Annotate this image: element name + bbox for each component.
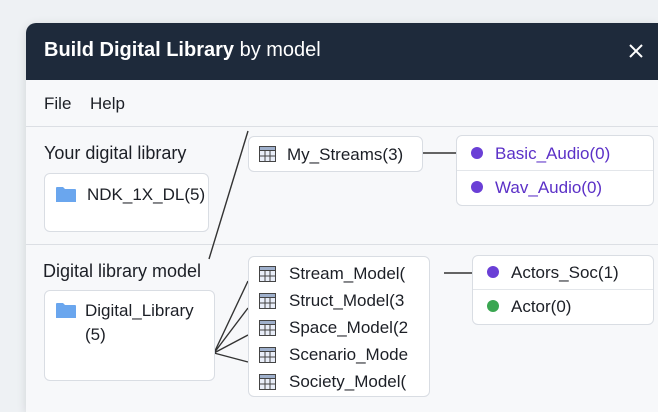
audio-list: Basic_Audio(0) Wav_Audio(0) bbox=[456, 135, 654, 206]
folder-icon bbox=[56, 303, 76, 318]
model-item-label: Stream_Model( bbox=[289, 264, 406, 283]
model-library-node[interactable]: Digital_Library (5) bbox=[44, 290, 215, 381]
list-item[interactable]: Basic_Audio(0) bbox=[457, 136, 653, 170]
streams-node[interactable]: My_Streams(3) bbox=[248, 136, 423, 172]
list-item[interactable]: Society_Model( bbox=[249, 369, 429, 396]
model-item-label: Society_Model( bbox=[289, 372, 407, 391]
library-node-label: NDK_1X_DL(5) bbox=[87, 185, 206, 204]
model-item-label: Scenario_Mode bbox=[289, 345, 409, 364]
list-item[interactable]: Scenario_Mode bbox=[249, 342, 429, 369]
model-library-label: Digital_Library bbox=[85, 301, 194, 320]
purple-dot-icon bbox=[487, 266, 499, 278]
table-icon bbox=[259, 347, 276, 363]
list-item[interactable]: Actors_Soc(1) bbox=[473, 256, 653, 289]
actor-item-label: Actor(0) bbox=[511, 297, 572, 316]
model-library-count: (5) bbox=[85, 325, 106, 344]
list-item[interactable]: Stream_Model( bbox=[249, 261, 429, 288]
table-icon bbox=[259, 146, 276, 162]
audio-item-label: Wav_Audio(0) bbox=[495, 178, 603, 197]
green-dot-icon bbox=[487, 300, 499, 312]
list-item[interactable]: Space_Model(2 bbox=[249, 315, 429, 342]
model-heading: Digital library model bbox=[43, 261, 202, 281]
audio-item-label: Basic_Audio(0) bbox=[495, 144, 611, 163]
library-heading: Your digital library bbox=[44, 143, 187, 163]
table-icon bbox=[259, 320, 276, 336]
build-library-window: Build Digital Library by model File Help… bbox=[26, 23, 658, 412]
table-icon bbox=[259, 266, 276, 282]
actors-list: Actors_Soc(1) Actor(0) bbox=[472, 255, 654, 325]
model-item-label: Struct_Model(3 bbox=[289, 291, 405, 310]
list-item[interactable]: Actor(0) bbox=[473, 290, 653, 324]
streams-node-label: My_Streams(3) bbox=[287, 145, 404, 164]
library-node[interactable]: NDK_1X_DL(5) bbox=[44, 173, 209, 232]
table-icon bbox=[259, 293, 276, 309]
model-item-label: Space_Model(2 bbox=[289, 318, 409, 337]
purple-dot-icon bbox=[471, 147, 483, 159]
table-icon bbox=[259, 374, 276, 390]
folder-icon bbox=[56, 187, 76, 202]
model-list: Stream_Model( Struct_Model(3 Space_Model… bbox=[248, 256, 430, 397]
purple-dot-icon bbox=[471, 181, 483, 193]
list-item[interactable]: Wav_Audio(0) bbox=[457, 171, 653, 205]
actor-item-label: Actors_Soc(1) bbox=[511, 263, 619, 282]
list-item[interactable]: Struct_Model(3 bbox=[249, 288, 429, 315]
